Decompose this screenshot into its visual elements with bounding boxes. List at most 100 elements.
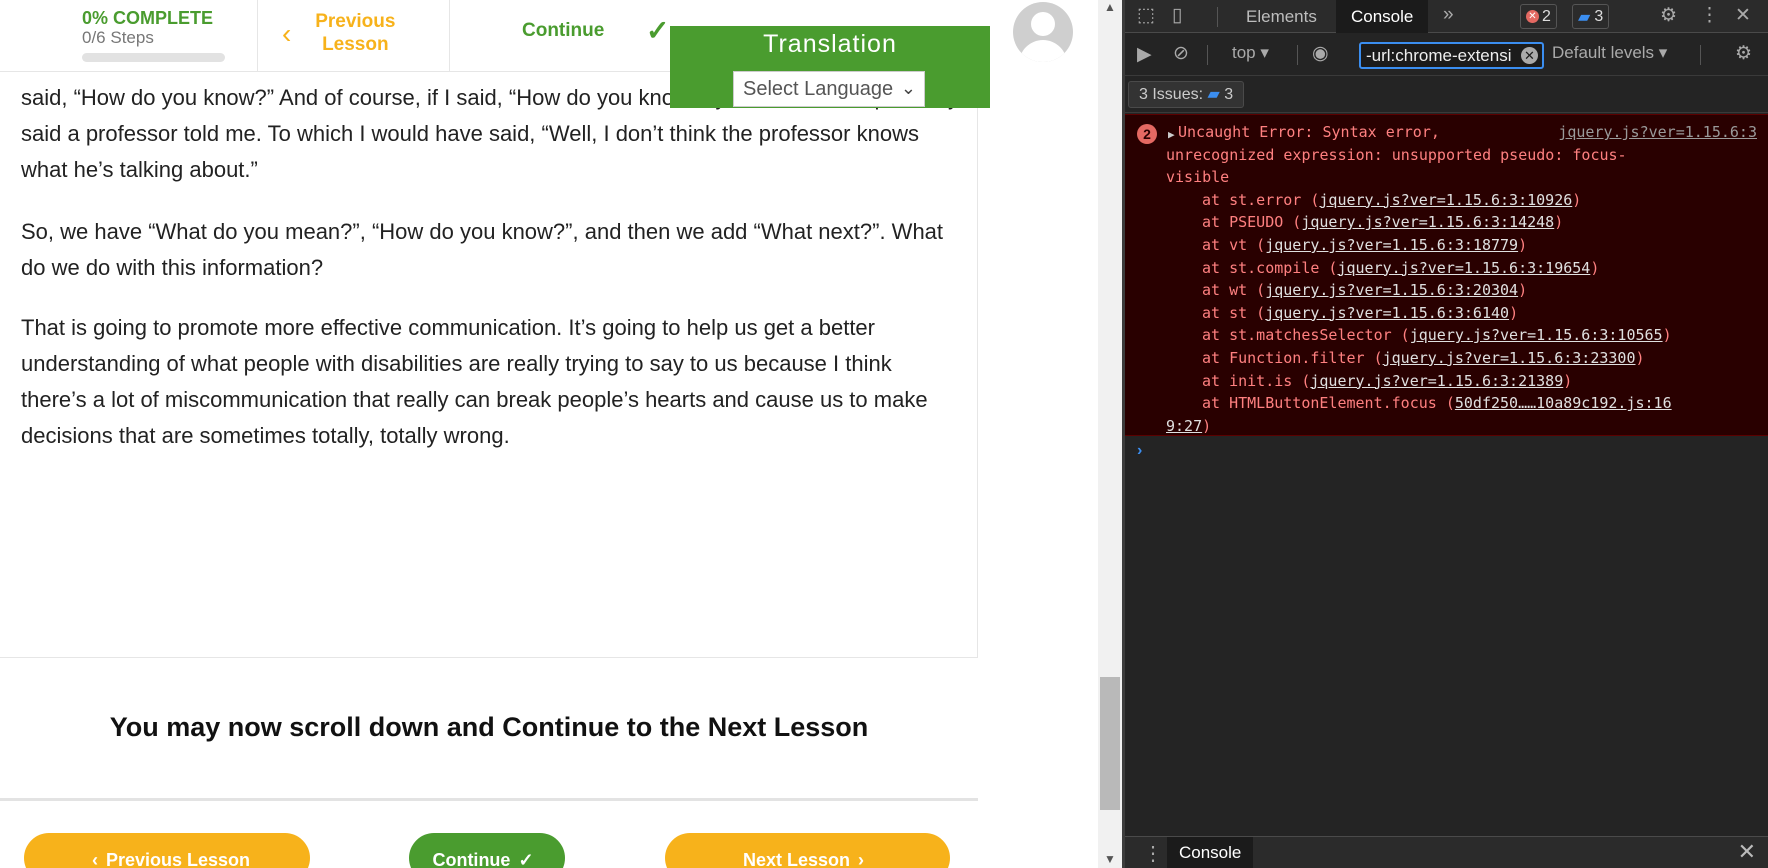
- stack-trace-link[interactable]: jquery.js?ver=1.15.6:3:14248: [1301, 213, 1554, 231]
- log-levels-select[interactable]: Default levels ▾: [1552, 43, 1667, 63]
- sidebar-toggle-icon[interactable]: ▶: [1137, 43, 1152, 66]
- stack-trace-paren: ): [1563, 371, 1573, 390]
- device-toolbar-icon[interactable]: ▯: [1172, 4, 1182, 27]
- language-select[interactable]: Select Language ⌄: [733, 71, 925, 107]
- message-count-badge[interactable]: ▰ 3: [1572, 4, 1610, 29]
- web-page: said, “How do you know?” And of course, …: [0, 0, 1098, 868]
- stack-trace-link[interactable]: 50df250……10a89c192.js:16: [1455, 394, 1672, 412]
- stack-trace-paren: ): [1590, 258, 1600, 277]
- next-lesson-button[interactable]: Next Lesson ›: [665, 833, 950, 868]
- stack-trace-paren: ): [1572, 190, 1582, 209]
- console-filter-value: -url:chrome-extensi: [1366, 46, 1512, 65]
- stack-trace-line: at st.matchesSelector (jquery.js?ver=1.1…: [1166, 324, 1672, 347]
- stack-trace-line: at st.compile (jquery.js?ver=1.15.6:3:19…: [1166, 257, 1672, 280]
- stack-trace-line: at st (jquery.js?ver=1.15.6:3:6140): [1166, 302, 1672, 325]
- stack-trace-caller: at st.error (: [1202, 190, 1320, 209]
- previous-lesson-button[interactable]: ‹ Previous Lesson: [24, 833, 310, 868]
- progress-widget: 0% COMPLETE 0/6 Steps: [82, 8, 257, 62]
- stack-trace-line: at PSEUDO (jquery.js?ver=1.15.6:3:14248): [1166, 211, 1672, 234]
- devtools-panel: ⬚ ▯ Elements Console » ✕ 2 ▰ 3 ⚙ ⋮ ✕ ▶ ⊘…: [1125, 0, 1768, 868]
- translation-widget: Translation Select Language ⌄: [670, 26, 990, 108]
- drawer-tab-console[interactable]: Console: [1167, 837, 1254, 868]
- stack-trace-paren: ): [1202, 416, 1212, 435]
- tab-elements[interactable]: Elements: [1231, 0, 1332, 33]
- chevron-left-icon: ‹: [282, 17, 292, 49]
- log-levels-value: Default levels: [1552, 43, 1655, 62]
- drawer-menu-icon[interactable]: ⋮: [1143, 841, 1163, 866]
- stack-trace-caller: at Function.filter (: [1202, 348, 1383, 367]
- divider: [449, 0, 450, 72]
- chevron-left-icon: ‹: [91, 850, 98, 868]
- stack-trace-link[interactable]: jquery.js?ver=1.15.6:3:18779: [1265, 236, 1518, 254]
- inspect-element-icon[interactable]: ⬚: [1137, 4, 1155, 27]
- message-icon: ▰: [1578, 8, 1591, 26]
- stack-trace-link[interactable]: jquery.js?ver=1.15.6:3:20304: [1265, 281, 1518, 299]
- divider: [1217, 7, 1218, 27]
- clear-filter-icon[interactable]: ✕: [1521, 47, 1538, 64]
- issues-button[interactable]: 3 Issues: ▰ 3: [1128, 81, 1245, 108]
- console-toolbar: ▶ ⊘ top ▾ ◉ -url:chrome-extensi ✕ Defaul…: [1125, 34, 1768, 76]
- message-count: 3: [1594, 7, 1604, 25]
- stack-trace-link[interactable]: jquery.js?ver=1.15.6:3:19654: [1337, 259, 1590, 277]
- scroll-notice: You may now scroll down and Continue to …: [0, 658, 978, 798]
- stack-trace-line: at HTMLButtonElement.focus (50df250……10a…: [1166, 392, 1672, 415]
- issues-count: 3: [1224, 86, 1234, 103]
- live-expression-eye-icon[interactable]: ◉: [1312, 42, 1329, 65]
- check-icon: ✓: [518, 850, 534, 868]
- stack-trace-link[interactable]: jquery.js?ver=1.15.6:3:10926: [1319, 191, 1572, 209]
- error-repeat-count: 2: [1137, 124, 1157, 144]
- check-icon: ✓: [646, 15, 670, 46]
- chevron-down-icon: ⌄: [900, 78, 916, 98]
- divider: [1700, 45, 1701, 65]
- stack-trace-paren: ): [1518, 235, 1528, 254]
- page-scrollbar[interactable]: ▲ ▼: [1098, 0, 1122, 868]
- continue-button-label: Continue: [432, 850, 511, 868]
- avatar-head: [1031, 12, 1055, 36]
- translation-title: Translation: [763, 30, 897, 58]
- continue-button[interactable]: Continue ✓: [409, 833, 565, 868]
- error-count-badge[interactable]: ✕ 2: [1520, 4, 1557, 29]
- stack-trace-line: at wt (jquery.js?ver=1.15.6:3:20304): [1166, 279, 1672, 302]
- console-prompt-icon[interactable]: ›: [1137, 442, 1142, 460]
- continue-link[interactable]: Continue: [522, 20, 604, 42]
- stack-trace-link[interactable]: 9:27: [1166, 417, 1202, 435]
- stack-trace-paren: ): [1662, 326, 1672, 345]
- stack-trace-link[interactable]: jquery.js?ver=1.15.6:3:6140: [1265, 304, 1509, 322]
- stack-trace-caller: at HTMLButtonElement.focus (: [1202, 394, 1455, 413]
- scroll-down-icon[interactable]: ▼: [1104, 852, 1116, 866]
- issues-row: 3 Issues: ▰ 3: [1125, 77, 1768, 113]
- message-icon: ▰: [1207, 86, 1220, 103]
- close-devtools-icon[interactable]: ✕: [1735, 4, 1751, 27]
- stack-trace-line: at st.error (jquery.js?ver=1.15.6:3:1092…: [1166, 189, 1672, 212]
- tab-console[interactable]: Console: [1336, 0, 1429, 33]
- divider: [1207, 45, 1208, 65]
- avatar[interactable]: [1013, 2, 1073, 62]
- settings-gear-icon[interactable]: ⚙: [1660, 4, 1677, 27]
- error-count: 2: [1542, 7, 1551, 25]
- divider: [1297, 45, 1298, 65]
- console-filter-input[interactable]: -url:chrome-extensi ✕: [1359, 42, 1544, 69]
- stack-trace-link[interactable]: jquery.js?ver=1.15.6:3:21389: [1310, 372, 1563, 390]
- avatar-body: [1019, 40, 1067, 62]
- context-select[interactable]: top ▾: [1232, 43, 1269, 63]
- error-message-line: Uncaught Error: Syntax error,: [1166, 121, 1466, 144]
- divider: [0, 798, 978, 801]
- stack-trace-paren: ): [1554, 213, 1564, 232]
- stack-trace-line: at Function.filter (jquery.js?ver=1.15.6…: [1166, 347, 1672, 370]
- lesson-paragraph: So, we have “What do you mean?”, “How do…: [21, 219, 944, 280]
- error-source-link[interactable]: jquery.js?ver=1.15.6:3: [1558, 121, 1757, 144]
- close-drawer-icon[interactable]: ✕: [1738, 839, 1756, 865]
- lesson-paragraph: That is going to promote more effective …: [21, 315, 928, 448]
- scroll-up-icon[interactable]: ▲: [1104, 0, 1116, 14]
- clear-console-icon[interactable]: ⊘: [1173, 42, 1189, 65]
- more-options-icon[interactable]: ⋮: [1700, 4, 1719, 27]
- console-error-message: 2 ▶ Uncaught Error: Syntax error, jquery…: [1125, 114, 1768, 436]
- scrollbar-thumb[interactable]: [1100, 677, 1120, 810]
- previous-lesson-link[interactable]: ‹ Previous Lesson: [282, 10, 432, 56]
- error-message-text: Uncaught Error: Syntax error,: [1178, 123, 1440, 141]
- stack-trace-link[interactable]: jquery.js?ver=1.15.6:3:10565: [1410, 326, 1663, 344]
- stack-trace-link[interactable]: jquery.js?ver=1.15.6:3:23300: [1383, 349, 1636, 367]
- more-tabs-icon[interactable]: »: [1443, 4, 1454, 26]
- console-settings-gear-icon[interactable]: ⚙: [1735, 42, 1752, 65]
- stack-trace-caller: at wt (: [1202, 281, 1266, 300]
